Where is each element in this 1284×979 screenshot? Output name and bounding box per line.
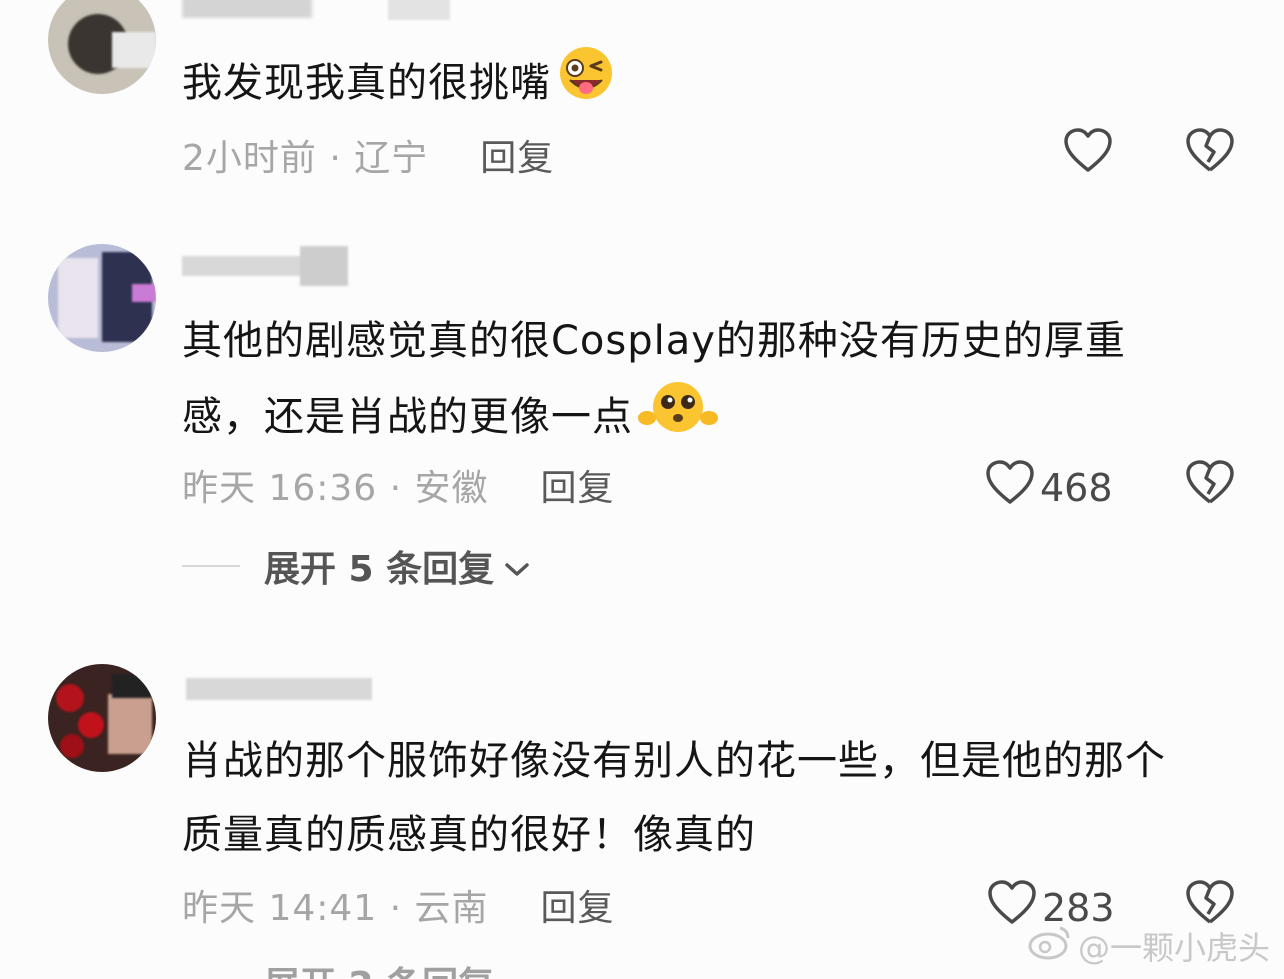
like-button[interactable]: 468 — [986, 460, 1113, 515]
reply-button[interactable]: 回复 — [480, 129, 554, 181]
reply-button[interactable]: 回复 — [541, 459, 615, 511]
weibo-watermark: @一颗小虎头 — [1028, 923, 1270, 969]
comment-item: 我发现我真的很挑嘴 2小时前 · 辽宁 回复 — [0, 0, 1284, 210]
chevron-down-icon — [504, 546, 530, 587]
comment-text: 我发现我真的很挑嘴 — [182, 44, 1202, 126]
broken-heart-icon — [1186, 128, 1234, 183]
expand-replies-button[interactable]: 展开 2 条回复 — [182, 960, 494, 979]
dislike-button[interactable] — [1186, 128, 1234, 183]
timestamp-location: 昨天 16:36 · 安徽 — [182, 468, 489, 509]
winking-tongue-emoji-icon — [555, 44, 617, 126]
divider-line — [182, 565, 240, 567]
expand-replies-label: 展开 5 条回复 — [264, 549, 495, 590]
comment-text-content: 我发现我真的很挑嘴 — [182, 60, 551, 106]
heart-outline-icon — [1064, 128, 1112, 183]
comment-meta: 昨天 14:41 · 云南 回复 — [182, 879, 615, 931]
avatar[interactable] — [48, 664, 156, 772]
comment-text-content: 肖战的那个服饰好像没有别人的花一些，但是他的那个质量真的质感真的很好！像真的 — [182, 738, 1166, 858]
comment-text: 肖战的那个服饰好像没有别人的花一些，但是他的那个质量真的质感真的很好！像真的 — [182, 724, 1202, 872]
weibo-logo-icon — [1028, 924, 1072, 968]
dislike-button[interactable] — [1186, 460, 1234, 515]
username-redaction — [186, 678, 372, 700]
reply-button[interactable]: 回复 — [541, 879, 615, 931]
avatar[interactable] — [48, 244, 156, 352]
broken-heart-icon — [1186, 460, 1234, 515]
comment-item: 其他的剧感觉真的很Cosplay的那种没有历史的厚重感，还是肖战的更像一点 昨天… — [0, 240, 1284, 640]
username-redaction — [388, 0, 450, 20]
pleading-hug-emoji-icon — [637, 378, 719, 460]
like-count: 468 — [1040, 465, 1113, 510]
expand-replies-label: 展开 2 条回复 — [264, 956, 494, 979]
comment-meta: 2小时前 · 辽宁 回复 — [182, 129, 554, 181]
avatar[interactable] — [48, 0, 156, 94]
username-blurred[interactable] — [182, 0, 332, 18]
like-button[interactable] — [1064, 128, 1112, 183]
comment-meta: 昨天 16:36 · 安徽 回复 — [182, 459, 615, 511]
heart-outline-icon — [986, 460, 1034, 515]
timestamp-location: 2小时前 · 辽宁 — [182, 138, 429, 179]
expand-replies-button[interactable]: 展开 5 条回复 — [182, 544, 530, 590]
username-redaction — [300, 246, 348, 286]
comment-text: 其他的剧感觉真的很Cosplay的那种没有历史的厚重感，还是肖战的更像一点 — [182, 304, 1202, 460]
watermark-text: @一颗小虎头 — [1077, 929, 1270, 967]
timestamp-location: 昨天 14:41 · 云南 — [182, 888, 489, 929]
